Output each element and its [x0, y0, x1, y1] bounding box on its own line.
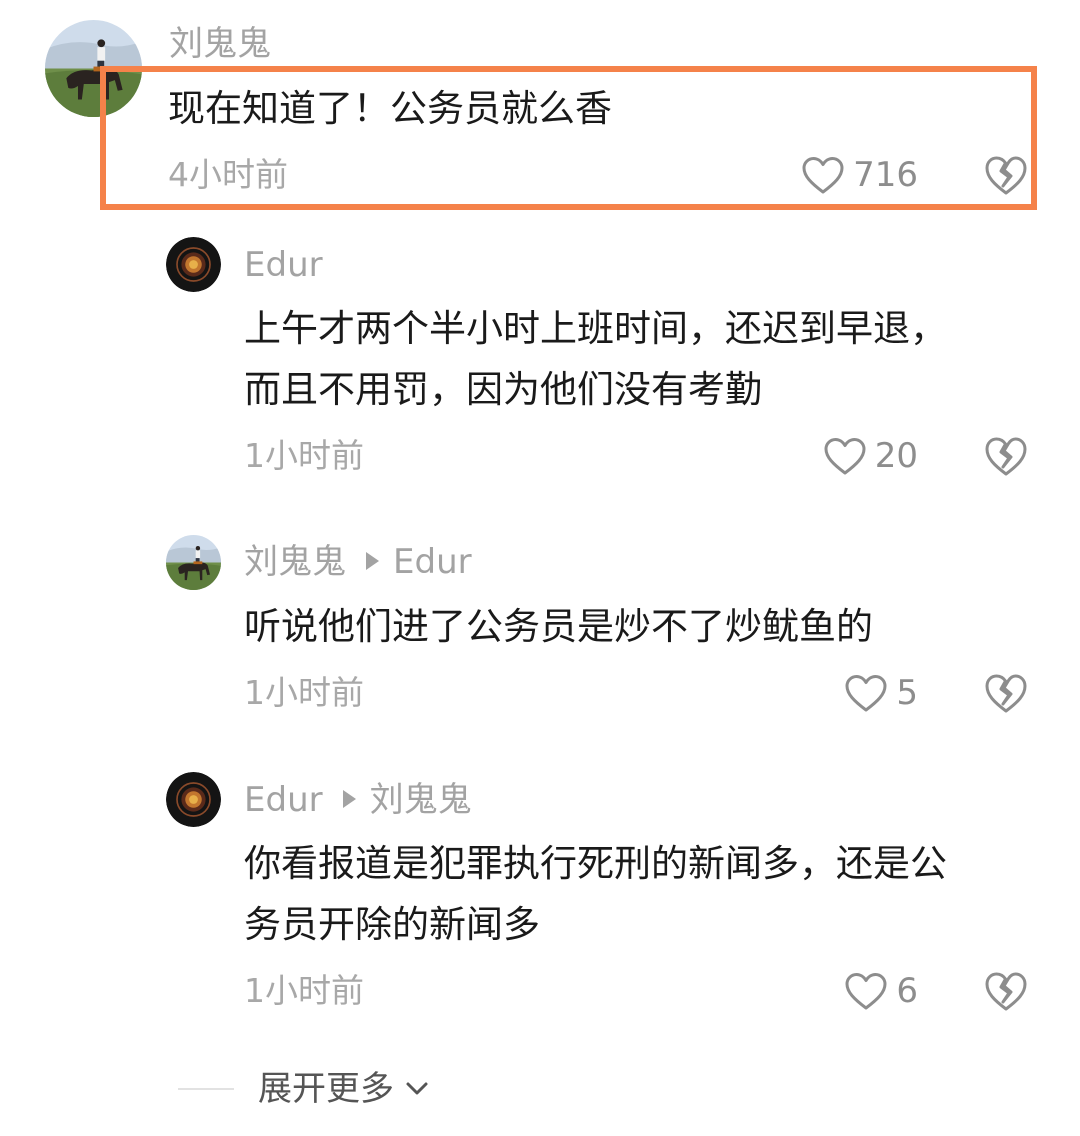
broken-heart-icon [984, 969, 1028, 1013]
expand-more-label: 展开更多 [258, 1069, 394, 1109]
reply-author[interactable]: Edur [244, 780, 323, 820]
like-button[interactable]: 6 [844, 969, 918, 1013]
comment-username[interactable]: 刘鬼鬼 Edur [244, 542, 472, 582]
like-count: 20 [874, 436, 918, 476]
like-count: 5 [896, 673, 918, 713]
dislike-button[interactable] [984, 434, 1028, 478]
comment-text: 上午才两个半小时上班时间，还迟到早退， 而且不用罚，因为他们没有考勤 [244, 298, 947, 420]
avatar[interactable] [166, 535, 221, 590]
heart-outline-icon [823, 436, 867, 476]
comment-username[interactable]: Edur 刘鬼鬼 [244, 780, 472, 820]
like-count: 6 [896, 971, 918, 1011]
broken-heart-icon [984, 434, 1028, 478]
comment-time: 1小时前 [244, 673, 364, 712]
heart-outline-icon [844, 673, 888, 713]
reply-target[interactable]: 刘鬼鬼 [370, 780, 472, 820]
comment-time: 1小时前 [244, 436, 364, 475]
horse-rider-avatar-image [166, 535, 221, 590]
comment-time: 1小时前 [244, 971, 364, 1010]
reply-author[interactable]: 刘鬼鬼 [244, 542, 346, 582]
highlight-box [100, 66, 1037, 210]
divider-line [178, 1088, 234, 1090]
avatar[interactable] [166, 772, 221, 827]
comment-text: 听说他们进了公务员是炒不了炒鱿鱼的 [244, 596, 873, 657]
broken-heart-icon [984, 671, 1028, 715]
chevron-down-icon [406, 1082, 428, 1095]
like-button[interactable]: 20 [823, 434, 918, 478]
comment-text-line: 而且不用罚，因为他们没有考勤 [244, 368, 762, 411]
comment-username[interactable]: 刘鬼鬼 [169, 24, 271, 64]
avatar[interactable] [166, 237, 221, 292]
like-button[interactable]: 5 [844, 671, 918, 715]
comment-text-line: 你看报道是犯罪执行死刑的新闻多，还是公 [244, 842, 947, 885]
dark-circle-avatar-image [166, 237, 221, 292]
dislike-button[interactable] [984, 671, 1028, 715]
comment-username[interactable]: Edur [244, 245, 323, 285]
comment-text: 你看报道是犯罪执行死刑的新闻多，还是公 务员开除的新闻多 [244, 833, 947, 955]
dislike-button[interactable] [984, 969, 1028, 1013]
reply-arrow-icon [342, 790, 356, 808]
expand-more-button[interactable]: 展开更多 [178, 1066, 432, 1112]
heart-outline-icon [844, 971, 888, 1011]
reply-target[interactable]: Edur [393, 542, 472, 582]
comment-text-line: 务员开除的新闻多 [244, 903, 540, 946]
dark-circle-avatar-image [166, 772, 221, 827]
reply-arrow-icon [366, 552, 379, 570]
comment-text-line: 听说他们进了公务员是炒不了炒鱿鱼的 [244, 605, 873, 648]
comment-text-line: 上午才两个半小时上班时间，还迟到早退， [244, 307, 947, 350]
